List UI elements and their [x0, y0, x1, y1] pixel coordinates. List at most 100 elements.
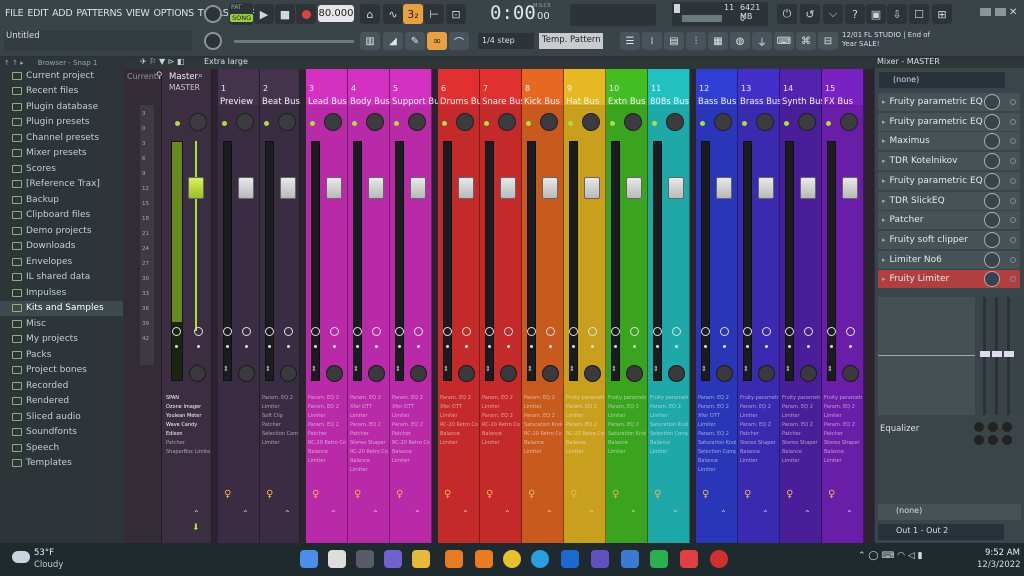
- volume-fader[interactable]: [716, 177, 732, 199]
- time-display[interactable]: 0:00 00 M:S:CS: [475, 2, 565, 28]
- close-button[interactable]: ✕: [1009, 7, 1020, 18]
- fx-slot[interactable]: ▸ TDR Kotelnikov: [878, 152, 1020, 171]
- route-arrow-icon[interactable]: ⇕: [569, 366, 575, 373]
- fx-input-selector[interactable]: (none): [879, 72, 1005, 88]
- search-icon[interactable]: [328, 550, 346, 568]
- send-icon[interactable]: ♀: [266, 489, 273, 500]
- teams-icon[interactable]: [591, 550, 609, 568]
- route-arrow-icon[interactable]: ⇕: [353, 366, 359, 373]
- route-arrow-icon[interactable]: ⇕: [443, 366, 449, 373]
- browser-item[interactable]: Misc: [0, 316, 123, 332]
- browser-item[interactable]: Templates: [0, 456, 123, 472]
- fl-studio-icon[interactable]: [445, 550, 463, 568]
- pan-knob[interactable]: [540, 113, 558, 131]
- mixer-size-label[interactable]: Extra large: [204, 57, 248, 66]
- touch-keyboard-button[interactable]: ⌨: [774, 32, 794, 50]
- snap-selector[interactable]: 1/4 step: [478, 33, 534, 49]
- weather-text[interactable]: Cloudy: [34, 560, 63, 570]
- send-arrow-icon[interactable]: ⌃: [846, 509, 853, 518]
- cpu-monitor[interactable]: 11 6421 MB 0: [672, 2, 768, 26]
- send-arrow-icon[interactable]: ⌃: [672, 509, 679, 518]
- main-volume-slider[interactable]: [234, 40, 354, 43]
- volume-fader[interactable]: [326, 177, 342, 199]
- route-arrow-icon[interactable]: ⇕: [311, 366, 317, 373]
- plugin-picker-button[interactable]: ◍: [730, 32, 750, 50]
- pat-song-toggle[interactable]: PAT SONG: [229, 3, 254, 25]
- stereo-knob[interactable]: [584, 365, 601, 382]
- pattern-overview[interactable]: [570, 4, 656, 26]
- send-icon[interactable]: ♀: [612, 489, 619, 500]
- fl-studio-2-icon[interactable]: [475, 550, 493, 568]
- mixer-strip-13[interactable]: 13 Brass Bus ⇕ Fruity parametric EQ 2 Param.…: [738, 69, 782, 555]
- news-button[interactable]: ⊞: [932, 4, 952, 24]
- output-none-selector[interactable]: (none): [878, 504, 1021, 520]
- strip-led[interactable]: [610, 121, 615, 126]
- volume-fader[interactable]: [584, 177, 600, 199]
- pan-knob[interactable]: [498, 113, 516, 131]
- pan-knob[interactable]: [582, 113, 600, 131]
- chat-app-icon[interactable]: [384, 550, 402, 568]
- strip-led[interactable]: [526, 121, 531, 126]
- slot-mix-knob[interactable]: [984, 153, 1000, 170]
- slot-mix-knob[interactable]: [984, 133, 1000, 150]
- fx-slot[interactable]: ▸ Maximus: [878, 132, 1020, 151]
- app-icon[interactable]: [710, 550, 728, 568]
- gmail-icon[interactable]: [680, 550, 698, 568]
- send-icon[interactable]: ♀: [786, 489, 793, 500]
- stereo-knob[interactable]: [410, 365, 427, 382]
- fx-slot[interactable]: ▸ Fruity parametric EQ 2: [878, 112, 1020, 131]
- browser-item[interactable]: Envelopes: [0, 254, 123, 270]
- route-arrow-icon[interactable]: ⇕: [827, 366, 833, 373]
- mixer-strip-12[interactable]: 12 Bass Bus ⇕ Param. EQ 2 Param. EQ 2 Xfer OT…: [696, 69, 738, 555]
- stereo-knob[interactable]: [368, 365, 385, 382]
- mic-button[interactable]: ⌵: [823, 4, 843, 24]
- send-arrow-icon[interactable]: ⌃: [762, 509, 769, 518]
- stereo-knob[interactable]: [800, 365, 817, 382]
- strip-led[interactable]: [310, 121, 315, 126]
- browser-item[interactable]: Plugin database: [0, 99, 123, 115]
- slot-mix-knob[interactable]: [984, 192, 1000, 209]
- slot-enable-led[interactable]: [1010, 256, 1016, 263]
- mixer-strip-4[interactable]: 4 Body Bus ⇕ Param. EQ 2 Xfer OTT Limiter Para…: [348, 69, 390, 555]
- send-icon[interactable]: ♀: [486, 489, 493, 500]
- mixer-strip-14[interactable]: 14 Synth Bus ⇕ Fruity parametric EQ 2 Param.…: [780, 69, 825, 555]
- send-arrow-icon[interactable]: ⌃: [720, 509, 727, 518]
- eq-faders[interactable]: [979, 297, 1021, 415]
- strip-led[interactable]: [442, 121, 447, 126]
- route-arrow-icon[interactable]: ⇕: [485, 366, 491, 373]
- browser-item[interactable]: Channel presets: [0, 130, 123, 146]
- volume-fader[interactable]: [368, 177, 384, 199]
- stereo-knob[interactable]: [842, 365, 859, 382]
- browser-item[interactable]: Downloads: [0, 239, 123, 255]
- menu-add[interactable]: ADD: [52, 8, 73, 19]
- strip-led[interactable]: [700, 121, 705, 126]
- fx-slot[interactable]: ▸ Patcher: [878, 211, 1020, 230]
- render-button[interactable]: ⇩: [887, 4, 907, 24]
- mixer-strip-3[interactable]: 3 Lead Bus ⇕ Param. EQ 2 Param. EQ 2 Limiter P…: [306, 69, 348, 555]
- strip-led[interactable]: [222, 121, 227, 126]
- master-pan-knob[interactable]: [189, 113, 207, 131]
- browser-item[interactable]: Speech: [0, 440, 123, 456]
- tempo-display[interactable]: 80.000: [318, 5, 354, 22]
- slot-mix-knob[interactable]: [984, 94, 1000, 110]
- fx-slot[interactable]: ▸ Fruity soft clipper: [878, 230, 1020, 249]
- browser-item[interactable]: Impulses: [0, 285, 123, 301]
- mixer-button[interactable]: ⫶: [686, 32, 706, 50]
- browser-item[interactable]: Kits and Samples: [0, 300, 123, 316]
- clock-date[interactable]: 12/3/2022: [977, 560, 1021, 570]
- stereo-knob[interactable]: [326, 365, 343, 382]
- task-view-icon[interactable]: [356, 550, 374, 568]
- slot-mix-knob[interactable]: [984, 212, 1000, 229]
- mixer-strip-10[interactable]: 10 Extn Bus ⇕ Fruity parametric EQ 2 Param. …: [606, 69, 648, 555]
- volume-fader[interactable]: [458, 177, 474, 199]
- mixer-strip-1[interactable]: 1 Preview ⇕ ♀ ⌃: [218, 69, 260, 555]
- pan-knob[interactable]: [756, 113, 774, 131]
- mixer-strip-master[interactable]: Master MASTER ⌕ SPAN Ozone Imager Youlean Met…: [162, 69, 212, 555]
- mixer-strip-8[interactable]: 8 Kick Bus ⇕ Param. EQ 2 Limiter Param. EQ 2 S…: [522, 69, 564, 555]
- output-selector[interactable]: Out 1 - Out 2: [878, 524, 1004, 540]
- pan-knob[interactable]: [278, 113, 296, 131]
- restore-button[interactable]: [995, 8, 1006, 16]
- chat-button[interactable]: ☐: [909, 4, 929, 24]
- mixer-strip-15[interactable]: 15 FX Bus ⇕ Fruity parametric EQ 2 Param. EQ…: [822, 69, 864, 555]
- browser-button[interactable]: ▦: [708, 32, 728, 50]
